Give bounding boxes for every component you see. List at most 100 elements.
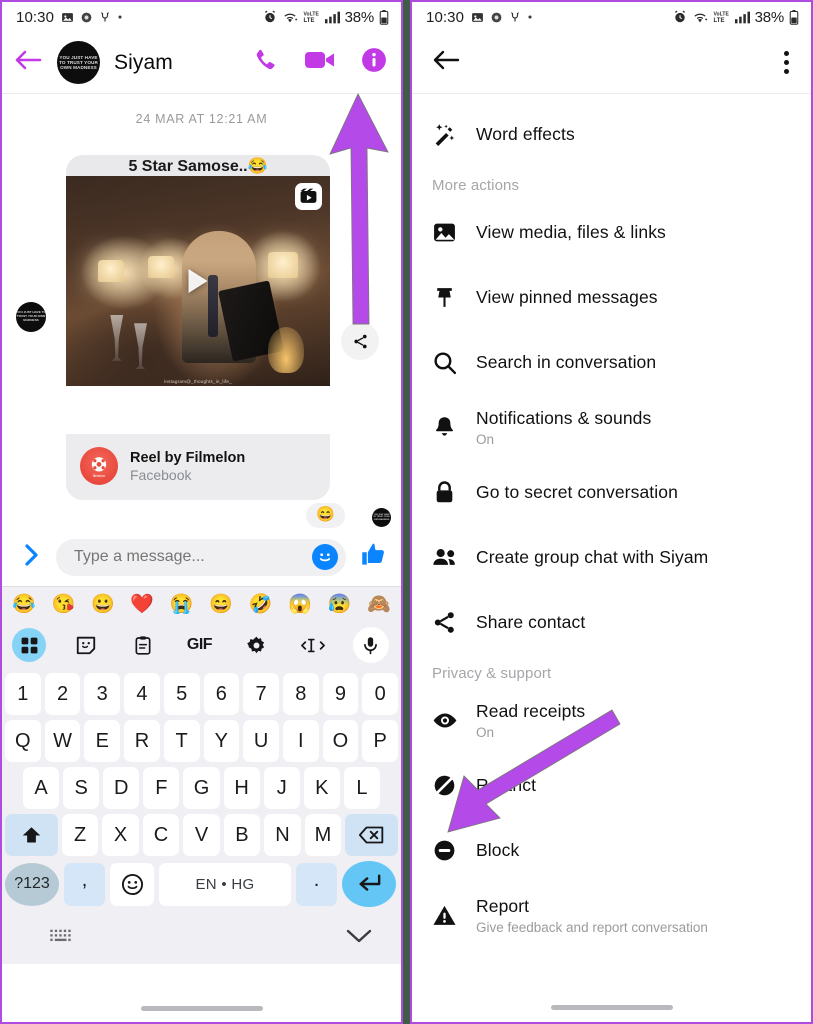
alarm-plug-icon [509, 11, 521, 24]
chevron-down-icon[interactable] [346, 928, 372, 949]
audio-call-button[interactable] [252, 47, 279, 79]
emoji-item[interactable]: ❤️ [130, 595, 154, 614]
key[interactable]: H [223, 767, 260, 809]
shift-arrow-icon[interactable] [4, 814, 58, 856]
menu-item-read-receipts[interactable]: Read receipts On [412, 688, 811, 753]
emoji-item[interactable]: 🙈 [367, 595, 391, 614]
menu-item-texts: View media, files & links [476, 222, 666, 243]
emoji-item[interactable]: 😄 [209, 595, 233, 614]
gear-icon[interactable] [239, 628, 273, 662]
key[interactable]: 0 [362, 673, 399, 715]
key[interactable]: K [303, 767, 340, 809]
key[interactable]: N [264, 814, 301, 856]
space-key[interactable]: EN • HG [159, 862, 291, 906]
key[interactable]: V [183, 814, 220, 856]
menu-item-word-effects[interactable]: Word effects [412, 102, 811, 167]
menu-item-report[interactable]: Report Give feedback and report conversa… [412, 883, 811, 948]
menu-item-texts: Word effects [476, 124, 575, 145]
menu-item-notifications-sounds[interactable]: Notifications & sounds On [412, 395, 811, 460]
left-phone-screen: 10:30 VoLTE LTE 38% YOU JUST HAVE TO TRU… [0, 0, 403, 1024]
key[interactable]: Q [4, 720, 41, 762]
emoji-item[interactable]: 😘 [51, 595, 75, 614]
comma-key[interactable]: , [64, 862, 105, 906]
reel-thumbnail[interactable]: instagram@_thoughts_in_life_ [66, 176, 330, 386]
key[interactable]: U [243, 720, 279, 762]
emoji-item[interactable]: 😭 [170, 595, 194, 614]
back-arrow-icon[interactable] [432, 48, 460, 77]
key[interactable]: P [362, 720, 399, 762]
key[interactable]: S [63, 767, 100, 809]
menu-item-search-conversation[interactable]: Search in conversation [412, 330, 811, 395]
menu-item-label: View media, files & links [476, 222, 666, 242]
attachment-footer[interactable]: filmelon Reel by Filmelon Facebook [66, 434, 330, 500]
key[interactable]: A [23, 767, 60, 809]
back-button[interactable] [14, 48, 44, 78]
key[interactable]: I [282, 720, 319, 762]
key[interactable]: 9 [322, 673, 359, 715]
message-input-field[interactable] [74, 548, 312, 566]
menu-item-share-contact[interactable]: Share contact [412, 590, 811, 655]
keyboard-icon[interactable] [49, 927, 75, 950]
conversation-info-button[interactable] [361, 47, 387, 78]
key[interactable]: 4 [124, 673, 160, 715]
message-reaction[interactable]: 😄 [306, 503, 345, 528]
message-input[interactable] [56, 538, 346, 576]
key[interactable]: 5 [163, 673, 200, 715]
text-cursor-icon[interactable] [296, 628, 330, 662]
thumbs-up-icon[interactable] [360, 541, 387, 573]
key[interactable]: Y [203, 720, 240, 762]
emoji-key-icon[interactable] [110, 862, 154, 906]
menu-item-block[interactable]: Block [412, 818, 811, 883]
emoji-item[interactable]: 😀 [91, 595, 115, 614]
gif-icon[interactable]: GIF [182, 628, 216, 662]
contact-avatar[interactable]: YOU JUST HAVE TO TRUST YOUR OWN MADNESS [57, 41, 100, 84]
key[interactable]: T [163, 720, 200, 762]
key[interactable]: F [143, 767, 180, 809]
microphone-icon[interactable] [352, 627, 389, 663]
kebab-menu-icon[interactable] [784, 51, 789, 74]
emoji-item[interactable]: 😂 [12, 595, 36, 614]
key[interactable]: 1 [4, 673, 41, 715]
menu-item-restrict[interactable]: Restrict [412, 753, 811, 818]
key[interactable]: Z [61, 814, 99, 856]
key[interactable]: G [183, 767, 220, 809]
emoji-item[interactable]: 😰 [328, 595, 352, 614]
play-button[interactable] [188, 269, 208, 293]
menu-item-pinned-messages[interactable]: View pinned messages [412, 265, 811, 330]
key[interactable]: 8 [282, 673, 319, 715]
menu-item-secret-conversation[interactable]: Go to secret conversation [412, 460, 811, 525]
key[interactable]: O [322, 720, 359, 762]
key[interactable]: L [343, 767, 380, 809]
glass-decor [134, 323, 147, 370]
menu-item-create-group-chat[interactable]: Create group chat with Siyam [412, 525, 811, 590]
backspace-icon[interactable] [345, 814, 399, 856]
key[interactable]: D [103, 767, 140, 809]
video-call-button[interactable] [305, 49, 335, 76]
key[interactable]: 6 [203, 673, 240, 715]
grid-icon[interactable] [12, 628, 46, 662]
key[interactable]: 7 [243, 673, 279, 715]
key[interactable]: M [304, 814, 342, 856]
symbols-key[interactable]: ?123 [5, 862, 59, 906]
smiley-icon[interactable] [312, 544, 338, 570]
clipboard-icon[interactable] [126, 628, 160, 662]
emoji-item[interactable]: 😱 [288, 595, 312, 614]
key[interactable]: B [223, 814, 261, 856]
chevron-right-icon[interactable] [24, 543, 40, 571]
key[interactable]: W [44, 720, 81, 762]
contact-name[interactable]: Siyam [114, 51, 173, 75]
enter-arrow-icon[interactable] [342, 861, 396, 907]
menu-item-view-media[interactable]: View media, files & links [412, 200, 811, 265]
key[interactable]: 2 [44, 673, 81, 715]
emoji-item[interactable]: 🤣 [249, 595, 273, 614]
reel-message-card[interactable]: 5 Star Samose..😂 instagram@_thoughts_in_… [66, 155, 330, 500]
key[interactable]: C [142, 814, 180, 856]
key[interactable]: J [263, 767, 300, 809]
share-message-button[interactable] [341, 322, 379, 360]
key[interactable]: X [102, 814, 139, 856]
key[interactable]: E [84, 720, 121, 762]
sticker-icon[interactable] [69, 628, 103, 662]
period-key[interactable]: . [296, 862, 337, 906]
key[interactable]: R [124, 720, 160, 762]
key[interactable]: 3 [84, 673, 121, 715]
